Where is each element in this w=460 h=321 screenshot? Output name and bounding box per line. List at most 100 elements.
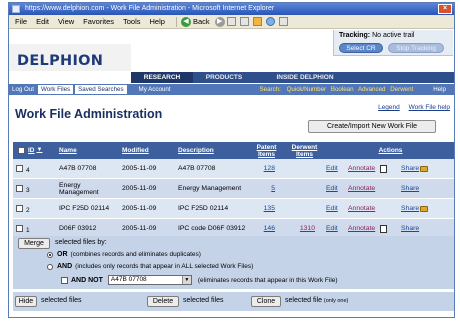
delphion-logo[interactable]: DELPHION [17, 53, 103, 69]
saved-searches-link[interactable]: Saved Searches [74, 84, 128, 95]
back-button[interactable]: ◀ Back [175, 16, 210, 27]
row-checkbox[interactable] [16, 205, 23, 212]
row-checkbox[interactable] [16, 165, 23, 172]
edit-link[interactable]: Edit [326, 165, 348, 172]
row-patent-items-link[interactable]: 128 [247, 165, 283, 172]
header-patent-items[interactable]: Patent Items [247, 144, 283, 158]
search-globe-icon[interactable] [265, 17, 275, 26]
share-link[interactable]: Share [401, 205, 419, 212]
row-checkbox[interactable] [16, 225, 23, 232]
close-icon[interactable]: × [438, 4, 452, 14]
header-derwent-items[interactable]: Derwent Items [283, 144, 323, 158]
row-derwent-items-link[interactable]: 1310 [283, 225, 323, 232]
sort-down-icon[interactable]: ▼ [37, 147, 43, 154]
merge-label: selected files by: [55, 239, 107, 246]
chevron-down-icon[interactable]: ▼ [181, 276, 191, 284]
edit-link[interactable]: Edit [326, 185, 348, 192]
row-patent-items-link[interactable]: 135 [247, 205, 283, 212]
menu-help[interactable]: Help [150, 17, 165, 26]
home-icon[interactable] [252, 17, 262, 26]
menu-view[interactable]: View [58, 17, 74, 26]
work-file-help-link[interactable]: Work File help [409, 104, 450, 111]
row-description: A47B 07708 [178, 165, 216, 172]
and-not-select[interactable]: A47B 07708 ▼ [107, 275, 192, 285]
row-checkbox[interactable] [16, 185, 23, 192]
tracking-title: Tracking: [339, 32, 371, 39]
table-row: 2 IPC F25D 02114 2005-11-09 IPC F25D 021… [13, 199, 454, 219]
note-icon[interactable] [380, 164, 387, 173]
delete-button[interactable]: Delete [147, 296, 179, 307]
annotate-link[interactable]: Annotate [348, 165, 380, 172]
and-label: AND [57, 263, 73, 270]
or-radio[interactable] [47, 251, 53, 258]
menu-file[interactable]: File [15, 17, 27, 26]
hide-button[interactable]: Hide [15, 296, 37, 307]
row-modified: 2005-11-09 [122, 225, 157, 232]
search-advanced-link[interactable]: Advanced [358, 86, 386, 93]
and-not-checkbox[interactable] [61, 276, 68, 284]
work-files-link[interactable]: Work Files [37, 84, 75, 95]
clone-note: (only one) [323, 298, 349, 304]
tab-products[interactable]: PRODUCTS [193, 72, 255, 83]
search-label: Search: [259, 86, 281, 93]
shared-folder-icon [420, 205, 429, 212]
delete-text: selected files [183, 297, 224, 304]
select-cr-button[interactable]: Select CR [339, 43, 383, 53]
header-modified[interactable]: Modified [119, 147, 175, 154]
row-name: D06F 03912 [59, 225, 97, 232]
page-title: Work File Administration [15, 107, 163, 121]
log-out-link[interactable]: Log Out [9, 84, 37, 95]
tab-research[interactable]: RESEARCH [131, 72, 193, 83]
header-name[interactable]: Name [56, 147, 119, 154]
header-id[interactable]: ID ▼ [13, 147, 56, 154]
help-link[interactable]: Help [430, 84, 449, 95]
annotate-link[interactable]: Annotate [348, 225, 380, 232]
and-radio[interactable] [47, 263, 53, 270]
main-nav: RESEARCH PRODUCTS INSIDE DELPHION [131, 72, 454, 83]
share-link[interactable]: Share [401, 165, 419, 172]
menu-favorites[interactable]: Favorites [83, 17, 114, 26]
or-note: (combines records and eliminates duplica… [70, 251, 201, 258]
search-derwent-link[interactable]: Derwent [390, 86, 413, 93]
select-all-checkbox[interactable] [18, 147, 25, 154]
browser-window: https://www.delphion.com - Work File Adm… [8, 2, 455, 318]
share-link[interactable]: Share [401, 225, 419, 232]
edit-link[interactable]: Edit [326, 205, 348, 212]
and-not-note: (eliminates records that appear in this … [197, 276, 338, 284]
row-id-cell: 1 [13, 223, 56, 234]
favorites-icon[interactable] [278, 17, 288, 26]
merge-option-and-not[interactable]: AND NOT A47B 07708 ▼ (eliminates records… [61, 275, 338, 285]
annotate-link[interactable]: Annotate [348, 185, 380, 192]
note-icon[interactable] [380, 224, 387, 233]
legend-link[interactable]: Legend [378, 104, 400, 111]
create-import-button[interactable]: Create/Import New Work File [308, 120, 436, 133]
merge-button[interactable]: Merge [18, 238, 50, 249]
help-links: Legend Work File help [371, 104, 450, 111]
row-patent-items-link[interactable]: 146 [247, 225, 283, 232]
forward-arrow-icon[interactable]: ▶ [214, 16, 225, 27]
clone-button[interactable]: Clone [251, 296, 281, 307]
stop-icon[interactable] [226, 17, 236, 26]
row-id-cell: 4 [13, 163, 56, 174]
my-account-link[interactable]: My Account [136, 84, 174, 95]
share-link[interactable]: Share [401, 185, 419, 192]
clone-label: selected file [285, 297, 322, 304]
menu-bar: File Edit View Favorites Tools Help ◀ Ba… [9, 15, 454, 29]
search-links: Search: Quick/Number Boolean Advanced De… [260, 86, 417, 93]
shared-folder-icon [420, 165, 429, 172]
search-boolean-link[interactable]: Boolean [331, 86, 354, 93]
edit-link[interactable]: Edit [326, 225, 348, 232]
menu-tools[interactable]: Tools [123, 17, 141, 26]
search-quick-number-link[interactable]: Quick/Number [287, 86, 327, 93]
stop-tracking-button[interactable]: Stop Tracking [388, 43, 444, 53]
header-description[interactable]: Description [175, 147, 247, 154]
refresh-icon[interactable] [239, 17, 249, 26]
share-group: Share [401, 165, 429, 172]
row-patent-items-link[interactable]: 5 [247, 185, 283, 192]
merge-option-or[interactable]: OR (combines records and eliminates dupl… [47, 251, 201, 258]
merge-option-and[interactable]: AND (includes only records that appear i… [47, 263, 253, 270]
annotate-link[interactable]: Annotate [348, 205, 380, 212]
menu-edit[interactable]: Edit [36, 17, 49, 26]
tab-inside-delphion[interactable]: INSIDE DELPHION [255, 72, 355, 83]
bulk-actions-bar: Hide selected files Delete selected file… [13, 292, 454, 311]
